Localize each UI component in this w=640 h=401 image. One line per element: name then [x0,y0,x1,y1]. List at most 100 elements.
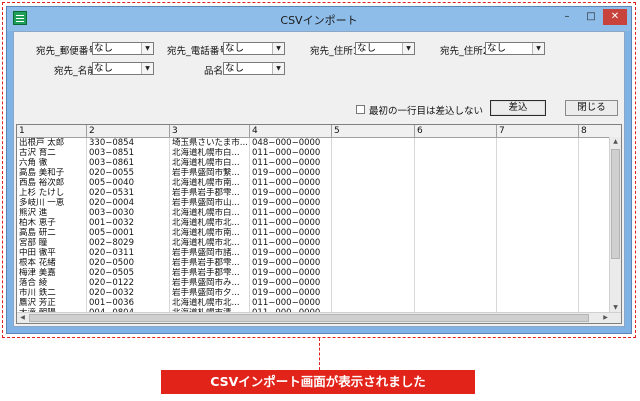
table-row[interactable]: 西島 裕次郎 005−0040 北海道札幌市南... 011−000−0000 [17,178,607,188]
vertical-scrollbar[interactable]: ▲ ▼ [609,137,621,313]
table-cell[interactable]: 003−0861 [87,158,170,168]
vertical-scroll-thumb[interactable] [611,149,620,259]
table-cell[interactable]: 020−0055 [87,168,170,178]
table-cell[interactable]: 岩手県盛岡市夕... [170,288,250,298]
table-cell[interactable]: 古沢 育二 [17,148,87,158]
table-cell[interactable]: 020−0500 [87,258,170,268]
table-cell[interactable]: 中田 徹平 [17,248,87,258]
table-cell[interactable]: 002−8029 [87,238,170,248]
table-cell[interactable]: 岩手県岩手郡雫... [170,268,250,278]
table-cell[interactable] [332,228,415,238]
table-row[interactable]: 根本 花緒 020−0500 岩手県岩手郡雫... 019−000−0000 [17,258,607,268]
table-cell[interactable] [415,278,497,288]
column-header[interactable]: 8 [579,125,621,137]
table-cell[interactable]: 北海道札幌市北... [170,218,250,228]
table-cell[interactable] [497,278,579,288]
table-cell[interactable] [497,198,579,208]
table-cell[interactable]: 019−000−0000 [250,188,332,198]
table-cell[interactable] [415,288,497,298]
table-cell[interactable] [332,168,415,178]
table-row[interactable]: 落合 綾 020−0122 岩手県盛岡市み... 019−000−0000 [17,278,607,288]
table-row[interactable]: 市川 鉄二 020−0032 岩手県盛岡市夕... 019−000−0000 [17,288,607,298]
table-cell[interactable]: 019−000−0000 [250,248,332,258]
table-cell[interactable]: 020−0032 [87,288,170,298]
table-cell[interactable]: 001−0036 [87,298,170,308]
table-cell[interactable]: 市川 鉄二 [17,288,87,298]
table-cell[interactable]: 011−000−0000 [250,218,332,228]
table-cell[interactable] [497,208,579,218]
table-cell[interactable] [332,248,415,258]
table-cell[interactable]: 北海道札幌市白... [170,208,250,218]
table-row[interactable]: 六角 徹 003−0861 北海道札幌市白... 011−000−0000 [17,158,607,168]
table-cell[interactable]: 019−000−0000 [250,258,332,268]
table-cell[interactable] [332,198,415,208]
maximize-button[interactable]: □ [579,9,603,25]
column-header[interactable]: 5 [332,125,415,137]
name-select[interactable]: なし ▼ [92,62,154,75]
table-cell[interactable]: 柏木 恵子 [17,218,87,228]
table-cell[interactable]: 019−000−0000 [250,198,332,208]
table-cell[interactable] [497,178,579,188]
table-row[interactable]: 高島 美和子 020−0055 岩手県盛岡市繋... 019−000−0000 [17,168,607,178]
table-cell[interactable] [415,158,497,168]
table-cell[interactable]: 北海道札幌市北... [170,238,250,248]
table-cell[interactable]: 020−0004 [87,198,170,208]
column-header[interactable]: 4 [250,125,332,137]
table-cell[interactable]: 岩手県盛岡市諸... [170,248,250,258]
table-cell[interactable] [415,218,497,228]
table-cell[interactable]: 020−0311 [87,248,170,258]
table-row[interactable]: 古沢 育二 003−0851 北海道札幌市白... 011−000−0000 [17,148,607,158]
product-select[interactable]: なし ▼ [223,62,285,75]
phone-select[interactable]: なし ▼ [223,42,285,55]
column-header[interactable]: 6 [415,125,497,137]
table-cell[interactable] [415,168,497,178]
table-cell[interactable] [497,258,579,268]
column-header[interactable]: 2 [87,125,170,137]
table-cell[interactable]: 011−000−0000 [250,178,332,188]
table-cell[interactable]: 岩手県岩手郡雫... [170,188,250,198]
import-button[interactable]: 差込 [490,100,546,116]
table-row[interactable]: 梅津 美嘉 020−0505 岩手県岩手郡雫... 019−000−0000 [17,268,607,278]
table-cell[interactable] [415,298,497,308]
table-cell[interactable] [497,148,579,158]
minimize-button[interactable]: – [555,9,579,25]
table-cell[interactable] [497,288,579,298]
table-cell[interactable]: 岩手県盛岡市み... [170,278,250,288]
table-cell[interactable]: 岩手県盛岡市山... [170,198,250,208]
table-cell[interactable]: 011−000−0000 [250,208,332,218]
table-cell[interactable]: 001−0032 [87,218,170,228]
table-cell[interactable]: 多岐川 一恵 [17,198,87,208]
table-cell[interactable] [415,228,497,238]
table-cell[interactable] [332,178,415,188]
table-cell[interactable] [497,298,579,308]
table-cell[interactable] [415,188,497,198]
table-cell[interactable] [497,228,579,238]
column-header[interactable]: 3 [170,125,250,137]
table-cell[interactable] [497,168,579,178]
table-row[interactable]: 宮部 瞳 002−8029 北海道札幌市北... 011−000−0000 [17,238,607,248]
table-cell[interactable] [332,158,415,168]
column-header[interactable]: 1 [17,125,87,137]
close-window-button[interactable]: ✕ [603,9,627,25]
table-cell[interactable]: 011−000−0000 [250,238,332,248]
table-cell[interactable] [497,218,579,228]
table-cell[interactable] [415,238,497,248]
table-cell[interactable]: 北海道札幌市白... [170,158,250,168]
table-cell[interactable]: 005−0001 [87,228,170,238]
table-cell[interactable]: 六角 徹 [17,158,87,168]
table-cell[interactable] [415,258,497,268]
table-cell[interactable] [497,238,579,248]
table-cell[interactable]: 高島 美和子 [17,168,87,178]
table-cell[interactable]: 019−000−0000 [250,278,332,288]
table-cell[interactable] [497,158,579,168]
table-cell[interactable] [415,178,497,188]
scroll-up-icon[interactable]: ▲ [610,137,621,147]
table-cell[interactable] [415,148,497,158]
horizontal-scrollbar[interactable]: ◀ ▶ [17,312,621,323]
table-cell[interactable]: 019−000−0000 [250,268,332,278]
table-cell[interactable]: 011−000−0000 [250,148,332,158]
table-cell[interactable] [415,138,497,148]
table-cell[interactable]: 020−0505 [87,268,170,278]
table-cell[interactable] [332,288,415,298]
table-cell[interactable] [415,268,497,278]
